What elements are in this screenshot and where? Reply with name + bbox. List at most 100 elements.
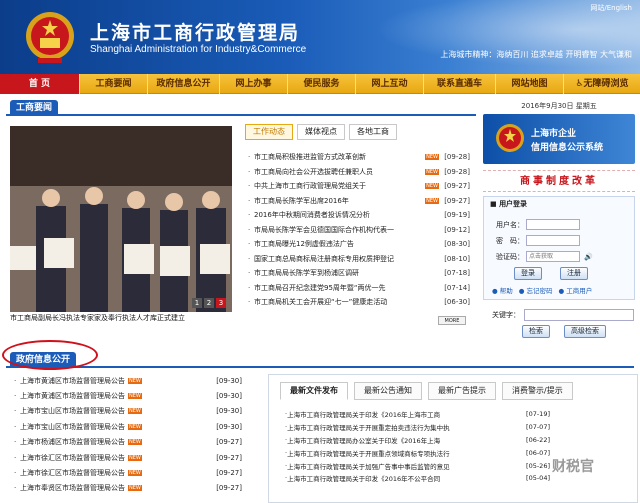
list-item-title[interactable]: 上海市奉贤区市场监督管理局公告 bbox=[20, 483, 125, 493]
list-item-title[interactable]: 2016年中秋期间消费者投诉情况分析 bbox=[254, 210, 442, 220]
nav-online-service[interactable]: 网上办事 bbox=[220, 74, 288, 94]
help-link[interactable]: ● 帮助 bbox=[492, 285, 513, 295]
tab-media[interactable]: 媒体视点 bbox=[297, 124, 345, 140]
list-item-date: [09-30] bbox=[216, 392, 242, 401]
forgot-password-link[interactable]: ● 忘记密码 bbox=[519, 285, 553, 295]
pager-3[interactable]: 3 bbox=[216, 298, 226, 308]
national-emblem-icon bbox=[26, 12, 74, 63]
login-panel: ■ 用户登录 用户名： 密 码： 验证码： 🔊 登录 注册 ● 帮助 ● 忘记密… bbox=[483, 196, 635, 300]
list-item-title[interactable]: 上海市徐汇区市场监督管理局公告 bbox=[20, 468, 125, 478]
pager-2[interactable]: 2 bbox=[204, 298, 214, 308]
city-spirit-text: 上海城市精神：海纳百川 追求卓越 开明睿智 大气谦和 bbox=[440, 50, 632, 59]
list-item[interactable]: · 上海市黄浦区市场监督管理局公告 NEW [09-30] bbox=[14, 388, 242, 403]
list-item[interactable]: · 上海市宝山区市场监督管理局公告 NEW [09-30] bbox=[14, 404, 242, 419]
list-item-title[interactable]: 市工商局向社会公开选拔聘任兼职人员 bbox=[254, 167, 422, 177]
list-item[interactable]: · 市工商局机关工会开展迎“七一”健康走活动 [06-30] bbox=[248, 295, 470, 310]
list-item-title[interactable]: 市工商局机关工会开展迎“七一”健康走活动 bbox=[254, 297, 442, 307]
photo-caption[interactable]: 市工商局副局长冯执法专家家及奉行执法人才库正式建立 bbox=[10, 313, 242, 323]
list-item-title[interactable]: 市工商局长陈学军出席2016年 bbox=[254, 196, 422, 206]
list-item[interactable]: · 上海市工商行政管理局关于开展重点领域商标专项执法行 [06-07] bbox=[285, 446, 550, 459]
list-item-title[interactable]: 市工商局局长陈学军到杨浦区调研 bbox=[254, 268, 442, 278]
list-item[interactable]: · 市工商局召开纪念建党95周年暨“两优一先 [07-14] bbox=[248, 281, 470, 296]
list-item-title[interactable]: 上海市黄浦区市场监督管理局公告 bbox=[20, 391, 125, 401]
nav-news[interactable]: 工商要闻 bbox=[80, 74, 148, 94]
list-item-title[interactable]: 市工商局积极推进监管方式改革创新 bbox=[254, 152, 422, 162]
new-badge-icon: NEW bbox=[128, 485, 142, 492]
language-link[interactable]: 网站/English bbox=[590, 4, 632, 12]
list-item[interactable]: · 市工商局向社会公开选拔聘任兼职人员 NEW [09-28] bbox=[248, 165, 470, 180]
new-badge-icon: NEW bbox=[425, 183, 439, 190]
tab-latest-files[interactable]: 最新文件发布 bbox=[280, 382, 348, 400]
list-item-date: [09-30] bbox=[216, 422, 242, 431]
password-input[interactable] bbox=[526, 235, 580, 246]
register-button[interactable]: 注册 bbox=[560, 267, 588, 280]
list-item-title[interactable]: 上海市黄浦区市场监督管理局公告 bbox=[20, 376, 125, 386]
list-item-title[interactable]: 上海市宝山区市场监督管理局公告 bbox=[20, 406, 125, 416]
list-item-title[interactable]: 上海市宝山区市场监督管理局公告 bbox=[20, 422, 125, 432]
nav-convenience[interactable]: 便民服务 bbox=[288, 74, 356, 94]
list-item-title[interactable]: 国家工商总局商标局注册商标专用权质押登记 bbox=[254, 254, 442, 264]
list-item-title[interactable]: 上海市工商行政管理局关于开展重定拍卖违法行为集中执 bbox=[287, 422, 520, 432]
business-user-link[interactable]: ● 工商用户 bbox=[559, 285, 593, 295]
site-search: 关键字： bbox=[492, 309, 634, 321]
list-item-title[interactable]: 上海市工商行政管理局关于印发《2016年不公平合同 bbox=[287, 473, 520, 483]
list-item[interactable]: · 上海市黄浦区市场监督管理局公告 NEW [09-30] bbox=[14, 373, 242, 388]
more-button[interactable]: MORE bbox=[438, 316, 466, 325]
list-item[interactable]: · 市工商局局长陈学军到杨浦区调研 [07-18] bbox=[248, 266, 470, 281]
list-item-title[interactable]: 上海市工商行政管理局办公室关于印发《2016年上海 bbox=[287, 435, 520, 445]
reform-banner[interactable]: 商事制度改革 bbox=[483, 170, 635, 192]
list-item[interactable]: · 上海市奉贤区市场监督管理局公告 NEW [09-27] bbox=[14, 481, 242, 496]
keyword-input[interactable] bbox=[524, 309, 634, 321]
nav-accessibility[interactable]: ♿无障碍浏览 bbox=[564, 74, 640, 94]
list-item-title[interactable]: 上海市杨浦区市场监督管理局公告 bbox=[20, 437, 125, 447]
list-item[interactable]: · 上海市工商行政管理局关于加强广告事中事后监管的意见 [05-26] bbox=[285, 459, 550, 472]
list-item-title[interactable]: 中共上海市工商行政管理局党组关于 bbox=[254, 181, 422, 191]
list-item[interactable]: · 市工商局长陈学军出席2016年 NEW [09-27] bbox=[248, 194, 470, 209]
pager-1[interactable]: 1 bbox=[192, 298, 202, 308]
audio-icon[interactable]: 🔊 bbox=[584, 253, 593, 261]
nav-home[interactable]: 首 页 bbox=[0, 74, 80, 94]
captcha-input[interactable] bbox=[526, 251, 580, 262]
advanced-search-button[interactable]: 高级检索 bbox=[564, 325, 606, 338]
language-links[interactable]: 网站/English bbox=[590, 3, 632, 13]
list-item-title[interactable]: 市工商局召开纪念建党95周年暨“两优一先 bbox=[254, 283, 442, 293]
tab-consumer-warnings[interactable]: 消费警示/提示 bbox=[502, 382, 573, 400]
main-nav: 首 页 工商要闻 政府信息公开 网上办事 便民服务 网上互动 联系直通车 网站地… bbox=[0, 74, 640, 94]
nav-sitemap[interactable]: 网站地图 bbox=[496, 74, 564, 94]
credit-system-banner[interactable]: 上海市企业 信用信息公示系统 bbox=[483, 114, 635, 164]
nav-direct-line[interactable]: 联系直通车 bbox=[424, 74, 496, 94]
username-input[interactable] bbox=[526, 219, 580, 230]
nav-gov-info[interactable]: 政府信息公开 bbox=[148, 74, 220, 94]
list-item-title[interactable]: 上海市工商行政管理局关于开展重点领域商标专项执法行 bbox=[287, 448, 520, 458]
credit-title-line2: 信用信息公示系统 bbox=[531, 143, 604, 153]
tab-latest-notices[interactable]: 最新公告通知 bbox=[354, 382, 422, 400]
list-item[interactable]: · 市工商局积极推进监管方式改革创新 NEW [09-28] bbox=[248, 150, 470, 165]
list-item-title[interactable]: 市工商局曝光12例虚假违法广告 bbox=[254, 239, 442, 249]
gov-section-header: 政府信息公开 bbox=[6, 350, 634, 368]
site-header: 上海市工商行政管理局 Shanghai Administration for I… bbox=[0, 0, 640, 74]
list-item[interactable]: · 市工商局曝光12例虚假违法广告 [08-30] bbox=[248, 237, 470, 252]
list-item[interactable]: · 上海市徐汇区市场监督管理局公告 NEW [09-27] bbox=[14, 465, 242, 480]
login-button[interactable]: 登录 bbox=[514, 267, 542, 280]
tab-local[interactable]: 各地工商 bbox=[349, 124, 397, 140]
list-item[interactable]: · 中共上海市工商行政管理局党组关于 NEW [09-27] bbox=[248, 179, 470, 194]
list-item[interactable]: · 上海市工商行政管理局关于开展重定拍卖违法行为集中执 [07-07] bbox=[285, 421, 550, 434]
list-item-title[interactable]: 上海市工商行政管理局关于加强广告事中事后监管的意见 bbox=[287, 461, 520, 471]
tab-ad-tips[interactable]: 最新广告提示 bbox=[428, 382, 496, 400]
tab-work-updates[interactable]: 工作动态 bbox=[245, 124, 293, 140]
list-item[interactable]: · 上海市徐汇区市场监督管理局公告 NEW [09-27] bbox=[14, 450, 242, 465]
search-button[interactable]: 检索 bbox=[522, 325, 550, 338]
list-item[interactable]: · 上海市杨浦区市场监督管理局公告 NEW [09-27] bbox=[14, 435, 242, 450]
list-item[interactable]: · 市局局长陈学军会见德国国际合作机构代表一 [09-12] bbox=[248, 223, 470, 238]
list-item-title[interactable]: 市局局长陈学军会见德国国际合作机构代表一 bbox=[254, 225, 442, 235]
list-item[interactable]: · 2016年中秋期间消费者投诉情况分析 [09-19] bbox=[248, 208, 470, 223]
list-item[interactable]: · 上海市工商行政管理局关于印发《2016年上海市工商 [07-19] bbox=[285, 408, 550, 421]
new-badge-icon: NEW bbox=[425, 168, 439, 175]
list-item-title[interactable]: 上海市徐汇区市场监督管理局公告 bbox=[20, 453, 125, 463]
list-item-title[interactable]: 上海市工商行政管理局关于印发《2016年上海市工商 bbox=[287, 409, 520, 419]
list-item[interactable]: · 上海市宝山区市场监督管理局公告 NEW [09-30] bbox=[14, 419, 242, 434]
nav-interaction[interactable]: 网上互动 bbox=[356, 74, 424, 94]
list-item[interactable]: · 国家工商总局商标局注册商标专用权质押登记 [08-10] bbox=[248, 252, 470, 267]
list-item[interactable]: · 上海市工商行政管理局办公室关于印发《2016年上海 [06-22] bbox=[285, 434, 550, 447]
list-item[interactable]: · 上海市工商行政管理局关于印发《2016年不公平合同 [05-04] bbox=[285, 472, 550, 485]
